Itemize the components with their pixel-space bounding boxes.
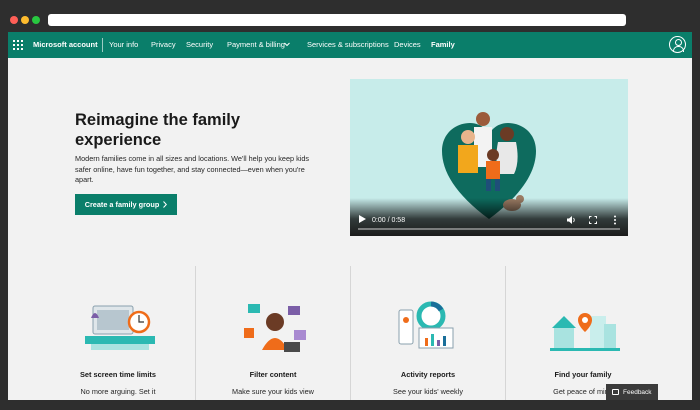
- chevron-right-icon: [163, 201, 168, 208]
- address-bar[interactable]: [48, 14, 626, 26]
- more-options-icon[interactable]: [613, 215, 617, 225]
- nav-services-subscriptions[interactable]: Services & subscriptions: [307, 40, 389, 49]
- browser-titlebar: [0, 0, 700, 32]
- feature-description: Make sure your kids view: [232, 387, 314, 396]
- feature-description: No more arguing. Set it: [80, 387, 156, 396]
- feature-divider: [350, 266, 351, 400]
- computer-clock-icon: [85, 305, 155, 350]
- nav-divider: [102, 38, 103, 52]
- reports-chart-icon: [398, 301, 454, 349]
- feedback-button[interactable]: Feedback: [606, 384, 658, 400]
- profile-icon[interactable]: [669, 36, 686, 53]
- cta-label: Create a family group: [84, 200, 160, 209]
- brand-link[interactable]: Microsoft account: [33, 40, 98, 49]
- feature-title: Find your family: [554, 370, 612, 379]
- kid-content-icon: [244, 304, 306, 352]
- feature-title: Activity reports: [400, 370, 456, 379]
- feature-divider: [195, 266, 196, 400]
- page-title: Reimagine the family experience: [75, 111, 241, 149]
- feature-description: See your kids' weekly: [393, 387, 463, 396]
- create-family-group-button[interactable]: Create a family group: [75, 194, 177, 215]
- volume-icon[interactable]: [566, 215, 576, 225]
- close-window-button[interactable]: [10, 16, 18, 24]
- hero-description: Modern families come in all sizes and lo…: [75, 154, 310, 184]
- maximize-window-button[interactable]: [32, 16, 40, 24]
- play-icon[interactable]: [359, 215, 366, 223]
- nav-your-info[interactable]: Your info: [109, 40, 138, 49]
- video-progress-bar[interactable]: [358, 228, 620, 230]
- waffle-icon[interactable]: [13, 40, 23, 50]
- feature-title: Set screen time limits: [80, 370, 156, 379]
- video-controls: 0:00 / 0:58: [350, 198, 628, 236]
- nav-payment-billing[interactable]: Payment & billing: [227, 40, 285, 49]
- feature-divider: [505, 266, 506, 400]
- nav-privacy[interactable]: Privacy: [151, 40, 176, 49]
- fullscreen-icon[interactable]: [589, 216, 597, 224]
- map-pin-house-icon: [550, 313, 620, 351]
- minimize-window-button[interactable]: [21, 16, 29, 24]
- nav-security[interactable]: Security: [186, 40, 213, 49]
- feedback-label: Feedback: [623, 388, 652, 396]
- top-navigation: Microsoft account Your info Privacy Secu…: [8, 32, 692, 58]
- video-time: 0:00 / 0:58: [372, 217, 406, 224]
- family-video-player[interactable]: 0:00 / 0:58: [350, 79, 628, 236]
- page-viewport: Microsoft account Your info Privacy Secu…: [8, 32, 692, 400]
- chevron-down-icon: [284, 42, 290, 47]
- chat-icon: [612, 389, 619, 395]
- feature-title: Filter content: [249, 370, 297, 379]
- browser-window: Microsoft account Your info Privacy Secu…: [0, 0, 700, 410]
- nav-family[interactable]: Family: [431, 40, 455, 49]
- nav-devices[interactable]: Devices: [394, 40, 421, 49]
